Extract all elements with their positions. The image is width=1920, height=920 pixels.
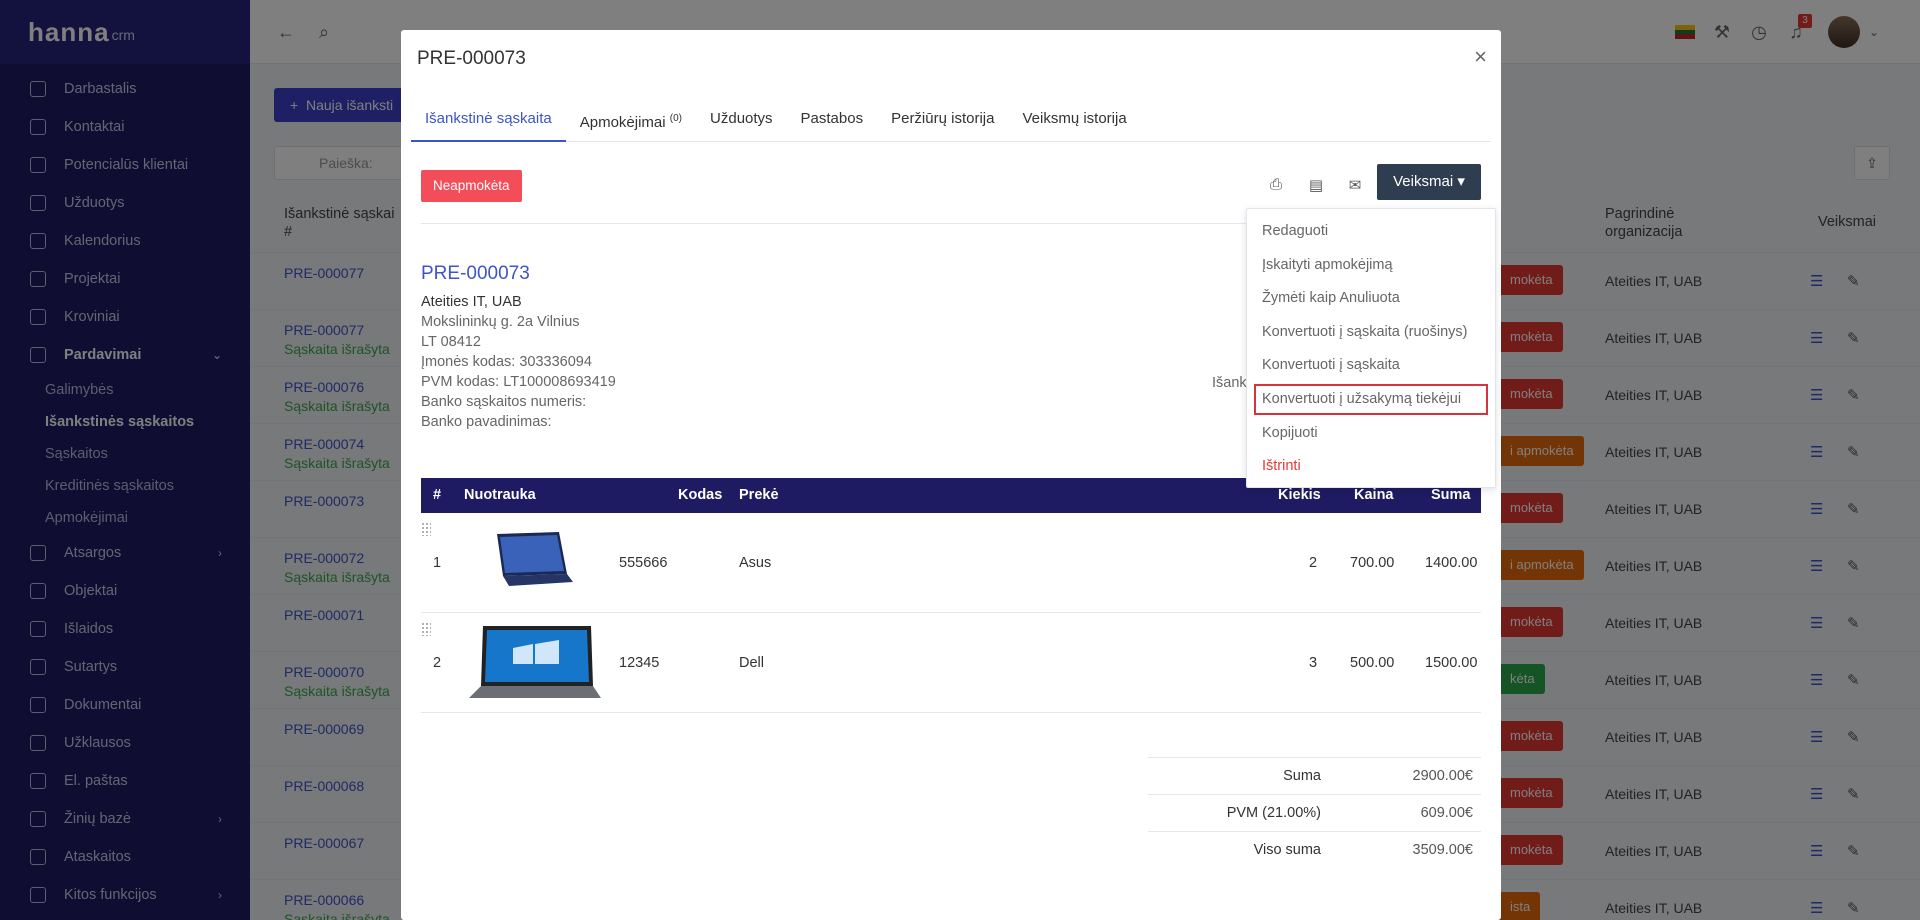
vat-label: PVM (21.00%) [1226, 805, 1321, 821]
laptop-image [469, 626, 601, 698]
company-name: Ateities IT, UAB [421, 294, 522, 310]
tab-payments-label: Apmokėjimai [579, 114, 666, 131]
tab-proforma[interactable]: Išankstinė sąskaita [411, 102, 566, 142]
item-sum: 1400.00 [1425, 555, 1478, 571]
item-product: Asus [739, 555, 772, 571]
item-code: 12345 [619, 655, 660, 671]
item-num: 1 [433, 555, 442, 571]
tab-payments[interactable]: Apmokėjimai (0) [566, 102, 696, 142]
totals-vat: PVM (21.00%) 609.00€ [1148, 794, 1481, 831]
item-sum: 1500.00 [1425, 655, 1478, 671]
menu-item-mark-cancelled[interactable]: Žymėti kaip Anuliuota [1262, 290, 1400, 306]
tab-action-history[interactable]: Veiksmų istorija [1008, 102, 1140, 142]
item-code: 555666 [619, 555, 668, 571]
close-icon[interactable]: × [1474, 44, 1487, 70]
address-line: Mokslininkų g. 2a Vilnius [421, 314, 580, 330]
item-num: 2 [433, 655, 442, 671]
subtotal-value: 2900.00€ [1412, 768, 1473, 784]
item-price: 500.00 [1350, 655, 1395, 671]
company-code: Įmonės kodas: 303336094 [421, 354, 592, 370]
item-price: 700.00 [1350, 555, 1395, 571]
modal-title: PRE-000073 [417, 48, 526, 69]
table-row: 2 12345 Dell 3 500.00 1500.00 [421, 614, 1481, 713]
actions-button[interactable]: Veiksmai ▾ [1377, 164, 1481, 200]
print-icon[interactable]: ⎙ [1266, 176, 1286, 196]
col-qty: Kiekis [1278, 487, 1321, 503]
col-image: Nuotrauka [464, 487, 536, 503]
tab-view-history[interactable]: Peržiūrų istorija [877, 102, 1008, 142]
pdf-icon[interactable]: ▤ [1306, 176, 1326, 196]
drag-handle-icon[interactable] [421, 622, 431, 636]
status-badge: Neapmokėta [421, 170, 522, 202]
drag-handle-icon[interactable] [421, 522, 431, 536]
item-qty: 3 [1309, 655, 1318, 671]
tab-payments-count: (0) [669, 113, 683, 124]
address-line: LT 08412 [421, 334, 481, 350]
menu-item-convert-invoice[interactable]: Konvertuoti į sąskaita [1262, 357, 1400, 373]
menu-item-convert-invoice-draft[interactable]: Konvertuoti į sąskaita (ruošinys) [1262, 324, 1468, 340]
menu-item-delete[interactable]: Ištrinti [1262, 458, 1301, 474]
col-num: # [433, 487, 442, 503]
laptop-image [497, 532, 573, 586]
col-price: Kaina [1354, 487, 1394, 503]
col-product: Prekė [739, 487, 779, 503]
subtotal-label: Suma [1283, 768, 1321, 784]
bank-account: Banko sąskaitos numeris: [421, 394, 587, 410]
col-sum: Suma [1431, 487, 1471, 503]
document-number[interactable]: PRE-000073 [421, 263, 530, 285]
proforma-label-truncated: Išank [1212, 375, 1247, 391]
menu-item-convert-supplier-order[interactable]: Konvertuoti į užsakymą tiekėjui [1262, 391, 1461, 407]
grand-total-value: 3509.00€ [1412, 842, 1473, 858]
vat-value: 609.00€ [1420, 805, 1473, 821]
tab-notes[interactable]: Pastabos [787, 102, 878, 142]
menu-item-edit[interactable]: Redaguoti [1262, 223, 1328, 239]
menu-item-copy[interactable]: Kopijuoti [1262, 425, 1318, 441]
item-qty: 2 [1309, 555, 1318, 571]
modal-tabs: Išankstinė sąskaita Apmokėjimai (0) Uždu… [411, 102, 1491, 142]
actions-button-label: Veiksmai [1393, 173, 1454, 190]
grand-total-label: Viso suma [1253, 842, 1321, 858]
item-product: Dell [739, 655, 764, 671]
vat-code: PVM kodas: LT100008693419 [421, 374, 616, 390]
table-row: 1 555666 Asus 2 700.00 1400.00 [421, 514, 1481, 613]
actions-dropdown-menu: Redaguoti Įskaityti apmokėjimą Žymėti ka… [1246, 208, 1496, 488]
totals-grand: Viso suma 3509.00€ [1148, 831, 1481, 868]
mail-icon[interactable]: ✉ [1345, 176, 1365, 196]
bank-name: Banko pavadinimas: [421, 414, 552, 430]
totals-subtotal: Suma 2900.00€ [1148, 757, 1481, 794]
tab-tasks[interactable]: Užduotys [696, 102, 787, 142]
menu-item-record-payment[interactable]: Įskaityti apmokėjimą [1262, 257, 1393, 273]
col-code: Kodas [678, 487, 723, 503]
